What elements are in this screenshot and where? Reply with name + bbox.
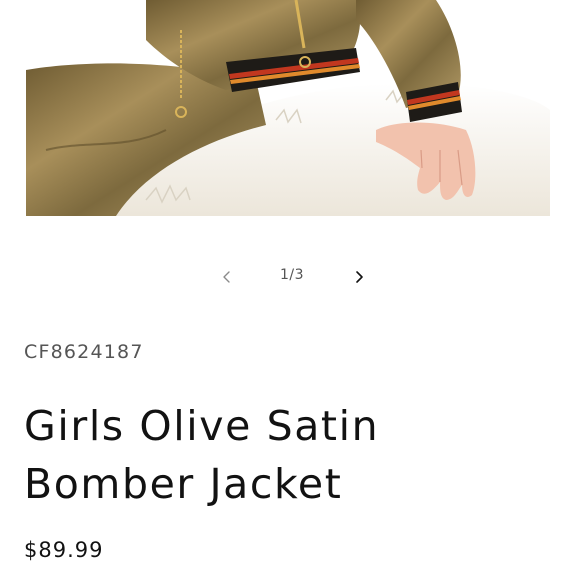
slider-counter: 1/3: [279, 267, 305, 283]
slider-prev-button[interactable]: [210, 260, 244, 294]
product-photo: [26, 0, 550, 216]
chevron-left-icon: [223, 271, 230, 283]
product-sku: CF8624187: [24, 341, 144, 363]
product-image[interactable]: [26, 0, 550, 216]
chevron-right-icon: [356, 271, 363, 283]
slider-controls: 1/3: [0, 260, 580, 294]
product-title: Girls Olive Satin Bomber Jacket: [24, 402, 380, 508]
slider-next-button[interactable]: [342, 260, 376, 294]
product-price: $89.99: [24, 538, 104, 562]
